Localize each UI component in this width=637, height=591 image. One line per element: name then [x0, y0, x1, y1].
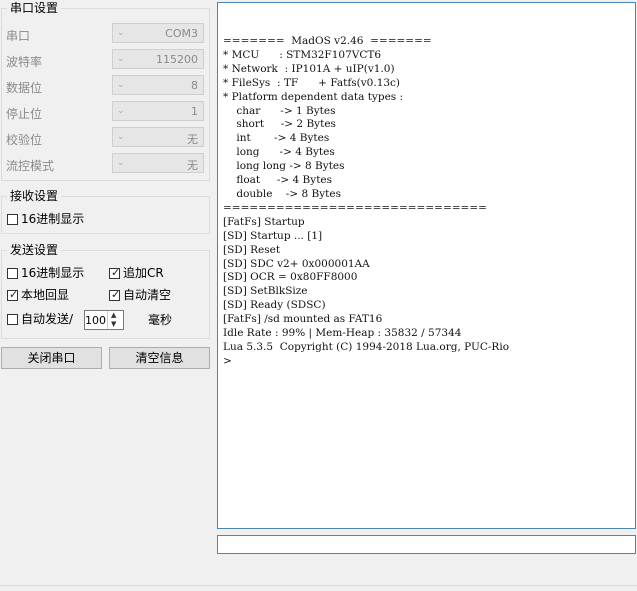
send-hex-label: 16进制显示 — [21, 266, 85, 280]
append-cr-checkbox[interactable]: ✓ 追加CR — [109, 266, 164, 282]
databits-row: 数据位 ⌄ 8 — [6, 75, 210, 97]
baud-row: 波特率 ⌄ 115200 — [6, 49, 210, 71]
parity-row: 校验位 ⌄ 无 — [6, 127, 210, 149]
databits-value: 8 — [191, 79, 198, 92]
checkbox-box — [7, 268, 18, 279]
send-settings-title: 发送设置 — [7, 243, 62, 257]
flowcontrol-select[interactable]: ⌄ 无 — [112, 153, 204, 173]
stopbits-select[interactable]: ⌄ 1 — [112, 101, 204, 121]
checkbox-box: ✓ — [109, 266, 121, 279]
flowcontrol-value: 无 — [187, 159, 198, 172]
close-port-button[interactable]: 关闭串口 — [1, 347, 102, 369]
receive-settings-title: 接收设置 — [7, 189, 62, 203]
checkbox-box: ✓ — [109, 288, 121, 301]
auto-send-label: 自动发送/ — [21, 312, 74, 326]
chevron-down-icon: ⌄ — [117, 28, 125, 38]
receive-hex-checkbox[interactable]: 16进制显示 — [7, 212, 84, 228]
local-echo-label: 本地回显 — [21, 288, 70, 302]
checkmark-icon: ✓ — [111, 266, 121, 279]
databits-select[interactable]: ⌄ 8 — [112, 75, 204, 95]
checkbox-box: ✓ — [7, 288, 19, 301]
chevron-down-icon: ⌄ — [117, 158, 125, 168]
auto-clear-label: 自动清空 — [123, 288, 172, 302]
port-label: 串口 — [6, 29, 31, 43]
baud-label: 波特率 — [6, 55, 43, 69]
chevron-down-icon: ⌄ — [117, 54, 125, 64]
port-value: COM3 — [165, 27, 198, 40]
interval-value: 100 — [85, 314, 106, 327]
serial-settings-title: 串口设置 — [7, 1, 62, 15]
port-select[interactable]: ⌄ COM3 — [112, 23, 204, 43]
stopbits-value: 1 — [191, 105, 198, 118]
clear-info-button[interactable]: 清空信息 — [109, 347, 210, 369]
parity-value: 无 — [187, 133, 198, 146]
baud-select[interactable]: ⌄ 115200 — [112, 49, 204, 69]
send-hex-checkbox[interactable]: 16进制显示 — [7, 266, 84, 282]
databits-label: 数据位 — [6, 81, 43, 95]
flowcontrol-row: 流控模式 ⌄ 无 — [6, 153, 210, 175]
auto-clear-checkbox[interactable]: ✓ 自动清空 — [109, 288, 171, 304]
flowcontrol-label: 流控模式 — [6, 159, 55, 173]
parity-label: 校验位 — [6, 133, 43, 147]
local-echo-checkbox[interactable]: ✓ 本地回显 — [7, 288, 69, 304]
interval-spinbox[interactable]: 100 ▲ ▼ — [84, 310, 124, 330]
stopbits-row: 停止位 ⌄ 1 — [6, 101, 210, 123]
checkmark-icon: ✓ — [9, 288, 19, 301]
checkbox-box — [7, 314, 18, 325]
checkbox-box — [7, 214, 18, 225]
chevron-down-icon: ⌄ — [117, 106, 125, 116]
auto-send-checkbox[interactable]: 自动发送/ — [7, 312, 73, 328]
append-cr-label: 追加CR — [123, 266, 164, 280]
baud-value: 115200 — [156, 53, 198, 66]
terminal-output[interactable]: ======= MadOS v2.46 ======= * MCU : STM3… — [217, 2, 636, 529]
status-bar — [0, 585, 637, 591]
stopbits-label: 停止位 — [6, 107, 43, 121]
chevron-down-icon: ⌄ — [117, 132, 125, 142]
chevron-down-icon: ⌄ — [117, 80, 125, 90]
send-input[interactable] — [217, 535, 636, 554]
arrow-up-icon[interactable]: ▲ — [111, 311, 116, 319]
receive-hex-label: 16进制显示 — [21, 212, 85, 226]
arrow-down-icon[interactable]: ▼ — [111, 320, 116, 328]
spin-arrows[interactable]: ▲ ▼ — [107, 311, 123, 329]
parity-select[interactable]: ⌄ 无 — [112, 127, 204, 147]
interval-unit: 毫秒 — [148, 313, 173, 327]
port-row: 串口 ⌄ COM3 — [6, 23, 210, 45]
checkmark-icon: ✓ — [111, 288, 121, 301]
terminal-text: ======= MadOS v2.46 ======= * MCU : STM3… — [223, 35, 510, 367]
